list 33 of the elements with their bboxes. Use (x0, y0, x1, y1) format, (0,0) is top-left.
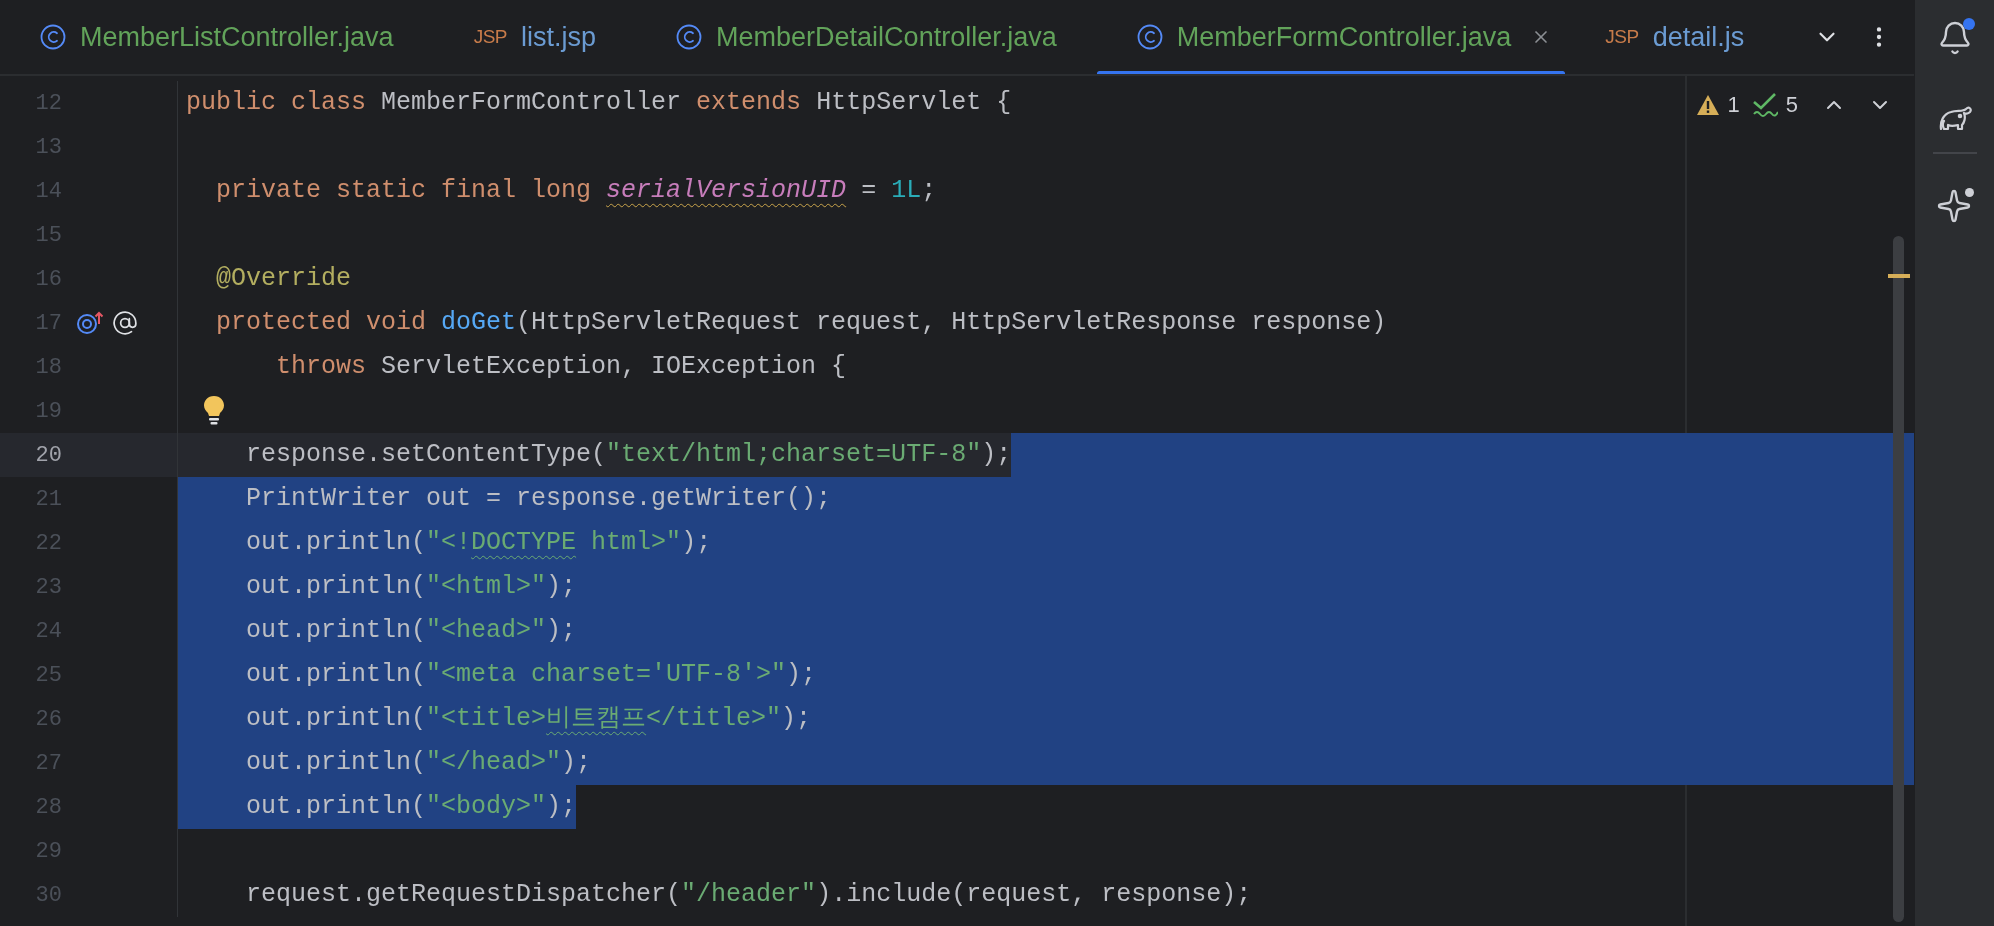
class-icon (1136, 24, 1163, 50)
warning-marker[interactable] (1888, 274, 1910, 278)
code-line: out.println("<!DOCTYPE html>"); (245, 527, 712, 560)
file-tab[interactable]: MemberDetailController.java (636, 0, 1097, 74)
inspection-count: 1 (1727, 91, 1740, 119)
code-line: protected void doGet(HttpServletRequest request, HttpServletResponse response) (215, 307, 1387, 340)
code-line: out.println("<html>"); (245, 571, 577, 604)
code-line: throws ServletException, IOException { (275, 351, 847, 384)
code-line: @Override (215, 263, 352, 296)
code-line: PrintWriter out = response.getWriter(); (245, 483, 832, 516)
code-line: private static final long serialVersionUID = 1L; (215, 175, 937, 208)
inspection-count: 5 (1785, 91, 1798, 119)
code-line: response.setContentType("text/html;charset=UTF-8"); (245, 439, 1012, 472)
line-number: 20 (34, 441, 62, 470)
warning-icon[interactable] (1695, 93, 1720, 116)
lightbulb-icon[interactable] (202, 395, 226, 425)
at-sign-icon[interactable] (112, 310, 138, 336)
class-icon (676, 24, 703, 50)
code-line: out.println("<body>"); (245, 791, 577, 824)
class-icon (40, 24, 66, 50)
code-line: public class MemberFormController extends HttpServlet { (186, 87, 1012, 120)
code-line: out.println("</head>"); (245, 747, 592, 780)
code-line: out.println("<head>"); (245, 615, 577, 648)
code-line: request.getRequestDispatcher("/header").include(request, response); (245, 879, 1252, 912)
scrollbar-thumb[interactable] (1893, 236, 1904, 922)
file-tab[interactable]: JSP detail.js (1565, 0, 1785, 74)
code-line: out.println("<meta charset='UTF-8'>"); (245, 659, 817, 692)
file-tab[interactable]: MemberFormController.java (1096, 0, 1566, 74)
code-line: out.println("<title>비트캠프</title>"); (245, 703, 812, 736)
check-icon[interactable] (1751, 92, 1778, 117)
file-tab[interactable]: MemberListController.java (0, 0, 434, 74)
file-tab[interactable]: JSP list.jsp (433, 0, 637, 74)
override-icon[interactable] (76, 310, 106, 336)
